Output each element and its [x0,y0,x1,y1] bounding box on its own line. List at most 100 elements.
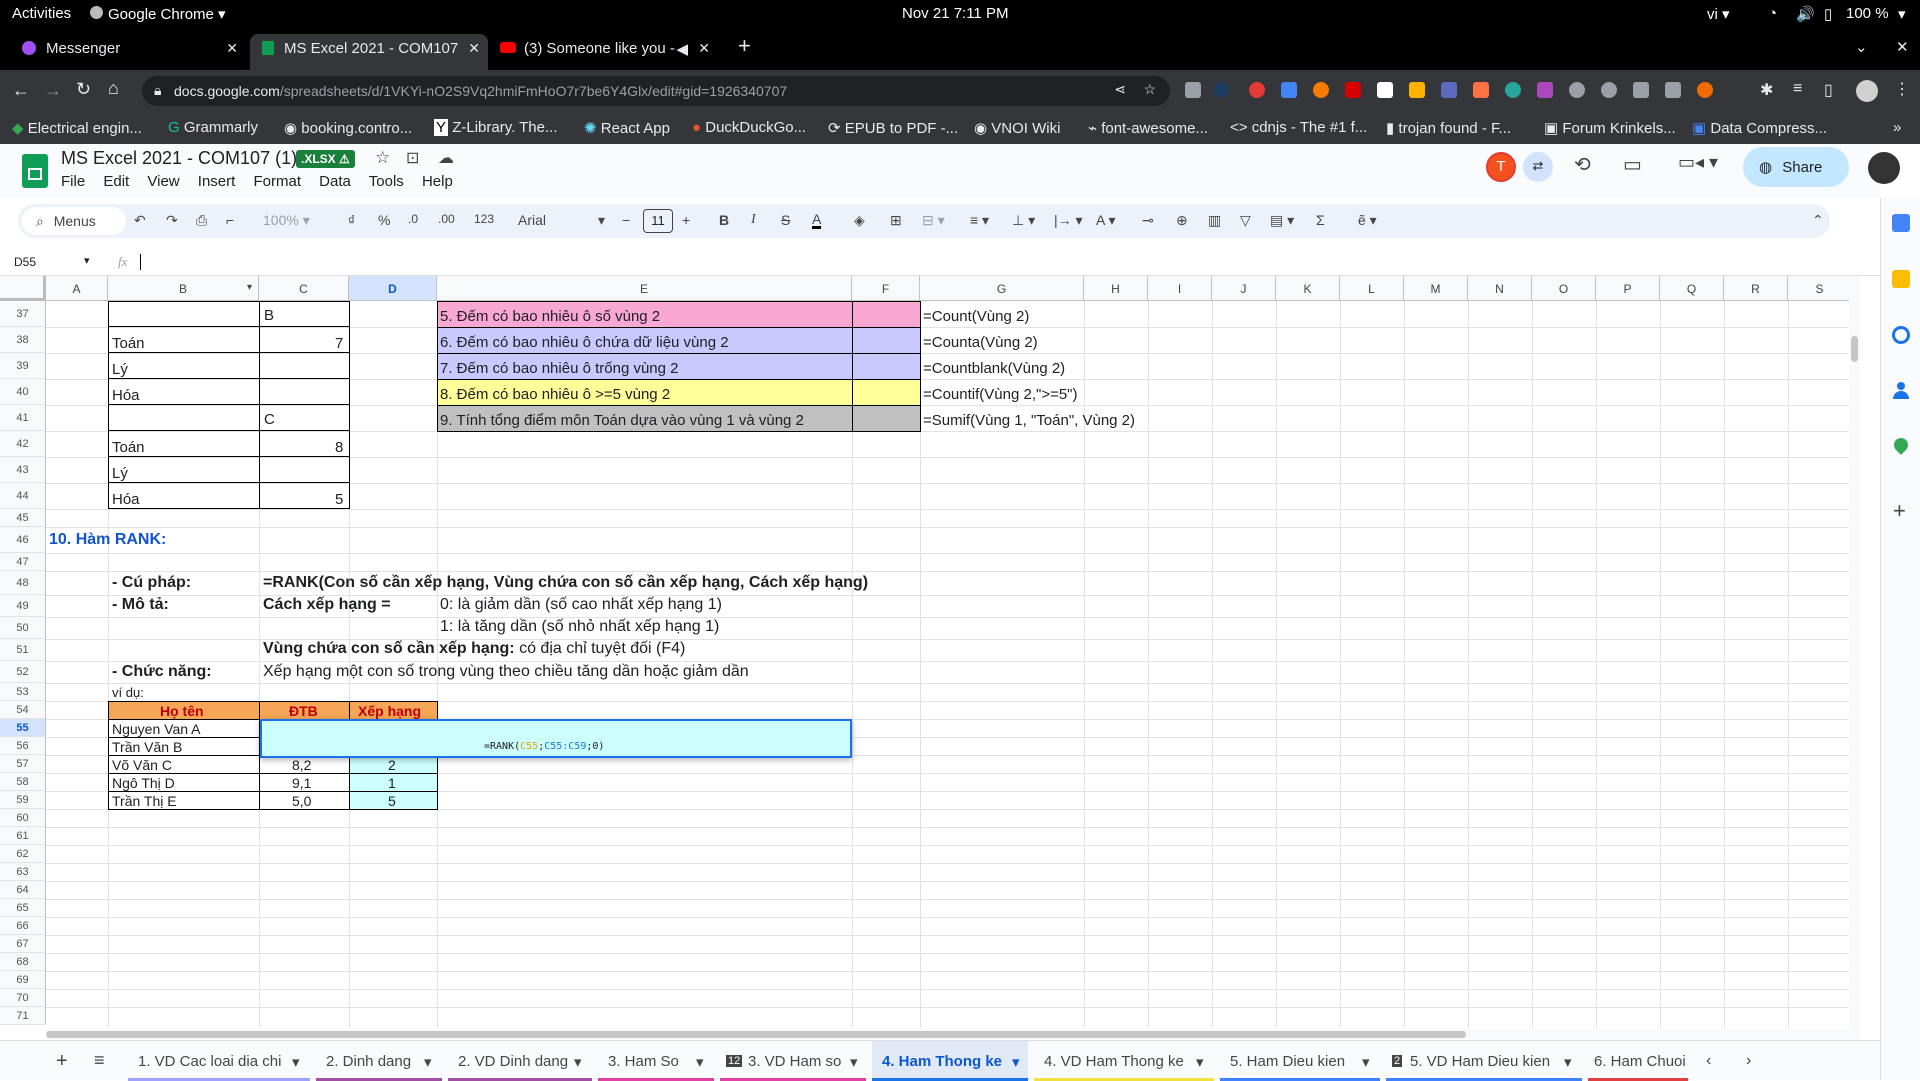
cell-b48[interactable]: - Cú pháp: [112,574,191,592]
tasks-icon[interactable] [1892,326,1910,344]
increase-decimal-button[interactable]: .00 [438,212,455,226]
extension-icon[interactable] [1377,82,1393,98]
section-heading[interactable]: 10. Hàm RANK: [49,531,166,549]
redo-icon[interactable]: ↷ [166,212,178,229]
menu-tools[interactable]: Tools [369,173,404,190]
bookmark-item[interactable]: ◉ booking.contro... [284,119,412,137]
formula-input[interactable] [140,254,141,270]
tab-search-icon[interactable]: ⌄ [1855,38,1868,56]
extension-icon[interactable] [1633,82,1649,98]
scroll-tabs-left-icon[interactable]: ‹ [1706,1052,1711,1070]
row-header[interactable]: 40 [0,379,46,405]
column-header[interactable]: K [1276,276,1340,301]
bookmark-item[interactable]: ▣ Data Compress... [1692,119,1827,137]
profile-avatar[interactable] [1856,80,1878,102]
row-header[interactable]: 60 [0,809,46,827]
close-tab-icon[interactable]: ✕ [468,40,480,57]
close-window-icon[interactable]: ✕ [1896,38,1909,56]
sheet-tab-active[interactable]: 4. Ham Thong ke ▾ [872,1041,1028,1081]
tab-youtube[interactable]: (3) Someone like you - ◀︎ ✕ [492,34,718,70]
borders-icon[interactable]: ⊞ [890,212,902,229]
print-icon[interactable]: ⎙ [196,212,207,229]
move-folder-icon[interactable]: ⊡ [406,148,419,168]
menu-file[interactable]: File [61,173,85,190]
row-header[interactable]: 70 [0,989,46,1007]
bookmark-item[interactable]: G Grammarly [168,119,258,136]
spreadsheet-grid[interactable]: A B ▾ C D E F G H I J K L M N O P Q R S 3… [0,276,1860,1028]
cell-editor[interactable]: =RANK(C55;C55:C59;0) [260,719,852,758]
row-header[interactable]: 48 [0,571,46,595]
get-addons-icon[interactable]: + [1893,498,1906,524]
header-dtb[interactable]: ĐTB [289,703,318,719]
bookmark-item[interactable]: ▮ trojan found - F... [1386,119,1511,137]
insert-comment-icon[interactable]: ⊕ [1176,212,1188,229]
student-rank[interactable]: 5 [388,793,396,809]
cell-g39[interactable]: =Countblank(Vùng 2) [923,360,1065,377]
column-header[interactable]: O [1532,276,1596,301]
functions-icon[interactable]: Σ [1316,212,1325,228]
column-header[interactable]: C [259,276,349,301]
row-header[interactable]: 49 [0,595,46,617]
extension-icon[interactable] [1697,82,1713,98]
tab-sheets[interactable]: MS Excel 2021 - COM107 ✕ [250,34,488,70]
extension-icon[interactable] [1313,82,1329,98]
new-tab-button[interactable]: + [738,33,751,59]
column-header[interactable]: N [1468,276,1532,301]
column-header[interactable]: P [1596,276,1660,301]
row-header[interactable]: 62 [0,845,46,863]
zoom-select[interactable]: 100% ▾ [263,212,310,229]
bookmark-item[interactable]: ⟳ EPUB to PDF -... [828,119,958,137]
meet-icon[interactable]: ▭◂ ▾ [1678,152,1718,173]
number-format-button[interactable]: 123 [474,212,494,226]
extension-gear-icon[interactable] [1185,82,1201,98]
version-history-icon[interactable]: ⟲ [1574,152,1591,177]
insert-chart-icon[interactable]: ▥ [1208,212,1221,229]
app-menu[interactable]: Google Chrome ▾ [90,5,226,23]
text-rotation-icon[interactable]: A ▾ [1096,212,1115,229]
extension-icon[interactable] [1537,82,1553,98]
calendar-icon[interactable] [1892,214,1910,232]
row-header[interactable]: 51 [0,639,46,661]
system-menu-icon[interactable]: ▾ [1898,5,1906,23]
bookmark-item[interactable]: <> cdnjs - The #1 f... [1230,119,1367,136]
currency-button[interactable]: ₫ [348,212,355,228]
cell-e40[interactable]: 8. Đếm có bao nhiêu ô >=5 vùng 2 [440,386,670,403]
cell-e37[interactable]: 5. Đếm có bao nhiêu ô số vùng 2 [440,308,660,325]
keep-icon[interactable] [1892,270,1910,288]
strikethrough-icon[interactable]: S [781,212,790,228]
more-bookmarks-icon[interactable]: » [1893,119,1901,136]
document-title[interactable]: MS Excel 2021 - COM107 (1) [61,148,297,169]
decrease-font-size-icon[interactable]: − [622,212,630,228]
sheet-tab[interactable]: 12 3. VD Ham so ▾ [720,1041,866,1081]
menu-edit[interactable]: Edit [103,173,129,190]
menu-help[interactable]: Help [422,173,453,190]
cell-b49[interactable]: - Mô tả: [112,596,169,614]
sheet-tab[interactable]: 2. Dinh dang ▾ [316,1041,442,1081]
row-header[interactable]: 42 [0,431,46,457]
row-header[interactable]: 69 [0,971,46,989]
column-header[interactable]: R [1724,276,1788,301]
column-header[interactable]: G [920,276,1084,301]
student-rank[interactable]: 2 [388,757,396,773]
text-wrapping-icon[interactable]: |→ ▾ [1054,212,1083,229]
side-panel-icon[interactable]: ▯ [1824,80,1833,100]
font-select[interactable]: Arial ▾ [518,212,608,228]
row-header[interactable]: 59 [0,791,46,809]
bookmark-item[interactable]: ✺ React App [584,119,670,137]
text-color-icon[interactable]: A [812,212,822,229]
column-header[interactable]: M [1404,276,1468,301]
sheet-tab[interactable]: 5. Ham Dieu kien ▾ [1220,1041,1380,1081]
horizontal-align-icon[interactable]: ≡ ▾ [970,212,989,229]
menu-insert[interactable]: Insert [198,173,236,190]
italic-icon[interactable]: I [751,212,756,228]
extension-icon[interactable] [1345,82,1361,98]
row-header[interactable]: 52 [0,661,46,683]
cell-g40[interactable]: =Countif(Vùng 2,">=5") [923,386,1078,403]
address-bar[interactable]: 🔒︎ docs.google.com/spreadsheets/d/1VKYi-… [142,76,1170,106]
increase-font-size-icon[interactable]: + [682,212,690,228]
share-page-icon[interactable]: ⋖ [1114,81,1126,98]
column-header[interactable]: E [437,276,852,301]
student-rank[interactable]: 1 [388,775,396,791]
sheet-tab[interactable]: 2 5. VD Ham Dieu kien ▾ [1386,1041,1582,1081]
student-dtb[interactable]: 9,1 [292,775,311,791]
